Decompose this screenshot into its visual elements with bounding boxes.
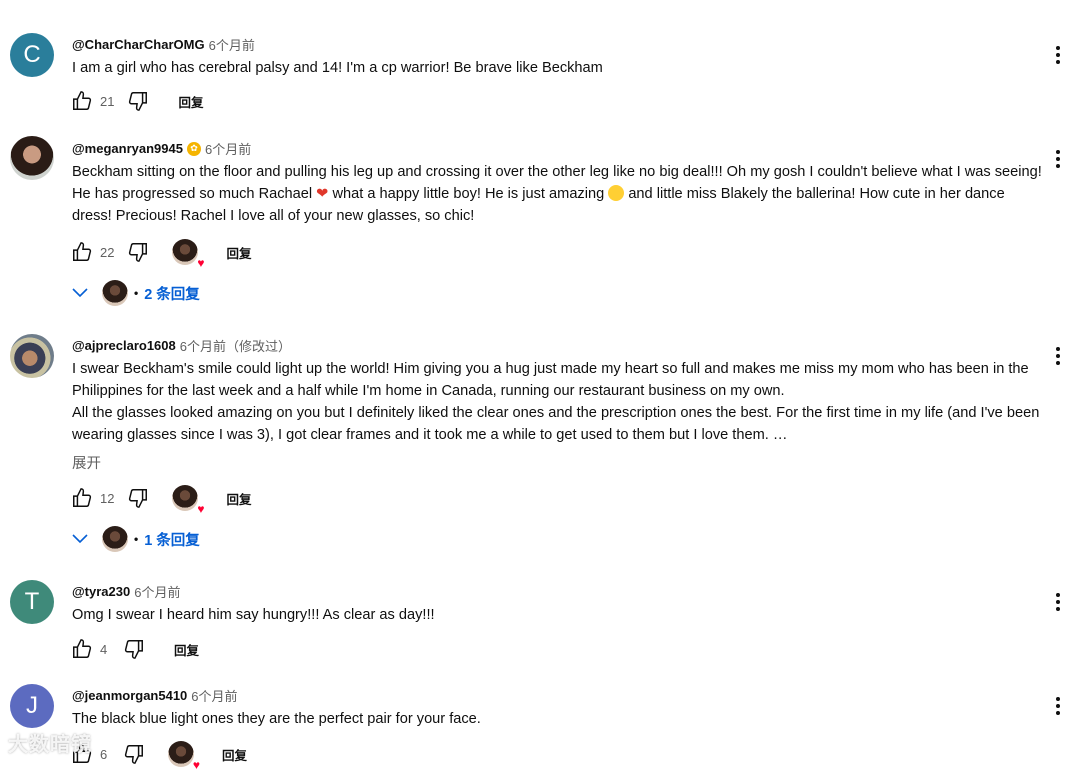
avatar[interactable] xyxy=(10,136,54,180)
creator-avatar xyxy=(172,239,199,265)
more-options-icon[interactable] xyxy=(1046,147,1070,171)
more-options-icon[interactable] xyxy=(1046,344,1070,368)
like-count: 6 xyxy=(100,746,108,762)
avatar[interactable]: C xyxy=(10,33,54,77)
comment-time[interactable]: 6个月前 xyxy=(191,686,237,705)
member-badge-icon: ✿ xyxy=(186,141,201,156)
comment-text: Omg I swear I heard him say hungry!!! As… xyxy=(72,607,435,623)
more-options-icon[interactable] xyxy=(1046,43,1070,67)
comment-text: I am a girl who has cerebral palsy and 1… xyxy=(72,60,603,76)
like-icon[interactable] xyxy=(70,240,94,264)
separator-dot: • xyxy=(134,286,139,300)
like-count: 22 xyxy=(100,244,115,260)
creator-avatar xyxy=(172,485,199,511)
expand-button[interactable]: 展开 xyxy=(72,452,101,473)
avatar[interactable] xyxy=(10,334,54,378)
text-segment: what a happy little boy! He is just amaz… xyxy=(328,186,609,202)
comment-paragraph: I swear Beckham's smile could light up t… xyxy=(72,361,1029,399)
reply-button[interactable]: 回复 xyxy=(226,489,251,508)
creator-avatar xyxy=(102,280,128,306)
comment-actions: 21 回复 xyxy=(70,89,203,113)
reply-count[interactable]: 1 条回复 xyxy=(144,529,200,550)
like-icon[interactable] xyxy=(70,637,94,661)
chevron-down-icon xyxy=(72,288,88,298)
comment-text: Beckham sitting on the floor and pulling… xyxy=(72,161,1047,227)
reply-button[interactable]: 回复 xyxy=(226,243,251,262)
comment-time[interactable]: 6个月前 xyxy=(205,139,251,158)
comment-actions: 22 ♥ 回复 xyxy=(70,239,251,269)
comment-paragraph: All the glasses looked amazing on you bu… xyxy=(72,405,1040,443)
creator-heart: ♥ xyxy=(168,741,200,771)
comment-header: @ajpreclaro1608 6个月前（修改过） xyxy=(72,336,291,355)
like-icon[interactable] xyxy=(70,486,94,510)
creator-heart: ♥ xyxy=(172,485,204,515)
comment-actions: 6 ♥ 回复 xyxy=(70,741,247,771)
comment-header: @meganryan9945 ✿ 6个月前 xyxy=(72,139,251,158)
dislike-icon[interactable] xyxy=(122,742,146,766)
like-count: 4 xyxy=(100,641,108,657)
like-count: 12 xyxy=(100,490,115,506)
comment-header: @CharCharCharOMG 6个月前 xyxy=(72,35,255,54)
separator-dot: • xyxy=(134,532,139,546)
comment-time[interactable]: 6个月前 xyxy=(134,582,180,601)
avatar[interactable]: J xyxy=(10,684,54,728)
comment-actions: 4 回复 xyxy=(70,637,199,661)
more-options-icon[interactable] xyxy=(1046,590,1070,614)
view-replies-button[interactable]: • 2 条回复 xyxy=(72,278,200,308)
comment-time[interactable]: 6个月前（修改过） xyxy=(180,336,291,355)
like-count: 21 xyxy=(100,93,115,109)
author-name[interactable]: @tyra230 xyxy=(72,584,130,599)
red-heart-icon: ❤ xyxy=(316,186,329,202)
avatar[interactable]: T xyxy=(10,580,54,624)
author-name[interactable]: @meganryan9945 xyxy=(72,141,183,156)
dislike-icon[interactable] xyxy=(122,637,146,661)
author-name[interactable]: @ajpreclaro1608 xyxy=(72,338,176,353)
dislike-icon[interactable] xyxy=(126,89,150,113)
heart-icon: ♥ xyxy=(197,256,205,270)
author-name[interactable]: @CharCharCharOMG xyxy=(72,37,205,52)
chevron-down-icon xyxy=(72,534,88,544)
reply-button[interactable]: 回复 xyxy=(174,640,199,659)
comment-text: The black blue light ones they are the p… xyxy=(72,711,481,727)
comment-time[interactable]: 6个月前 xyxy=(209,35,255,54)
reply-button[interactable]: 回复 xyxy=(178,92,203,111)
comment-actions: 12 ♥ 回复 xyxy=(70,485,251,515)
dislike-icon[interactable] xyxy=(126,240,150,264)
reply-count[interactable]: 2 条回复 xyxy=(144,283,200,304)
dislike-icon[interactable] xyxy=(126,486,150,510)
heart-icon: ♥ xyxy=(192,758,200,772)
like-icon[interactable] xyxy=(70,89,94,113)
reply-button[interactable]: 回复 xyxy=(222,745,247,764)
comment-header: @jeanmorgan5410 6个月前 xyxy=(72,686,238,705)
creator-avatar xyxy=(168,741,194,767)
view-replies-button[interactable]: • 1 条回复 xyxy=(72,524,200,554)
creator-heart: ♥ xyxy=(172,239,204,269)
comment-header: @tyra230 6个月前 xyxy=(72,582,180,601)
heart-icon: ♥ xyxy=(197,502,205,516)
comment-text: I swear Beckham's smile could light up t… xyxy=(72,358,1047,446)
author-name[interactable]: @jeanmorgan5410 xyxy=(72,688,187,703)
more-options-icon[interactable] xyxy=(1046,694,1070,718)
watermark: 大数暗镜 xyxy=(8,734,92,756)
creator-avatar xyxy=(102,526,128,552)
smiling-face-halo-icon xyxy=(608,185,625,201)
